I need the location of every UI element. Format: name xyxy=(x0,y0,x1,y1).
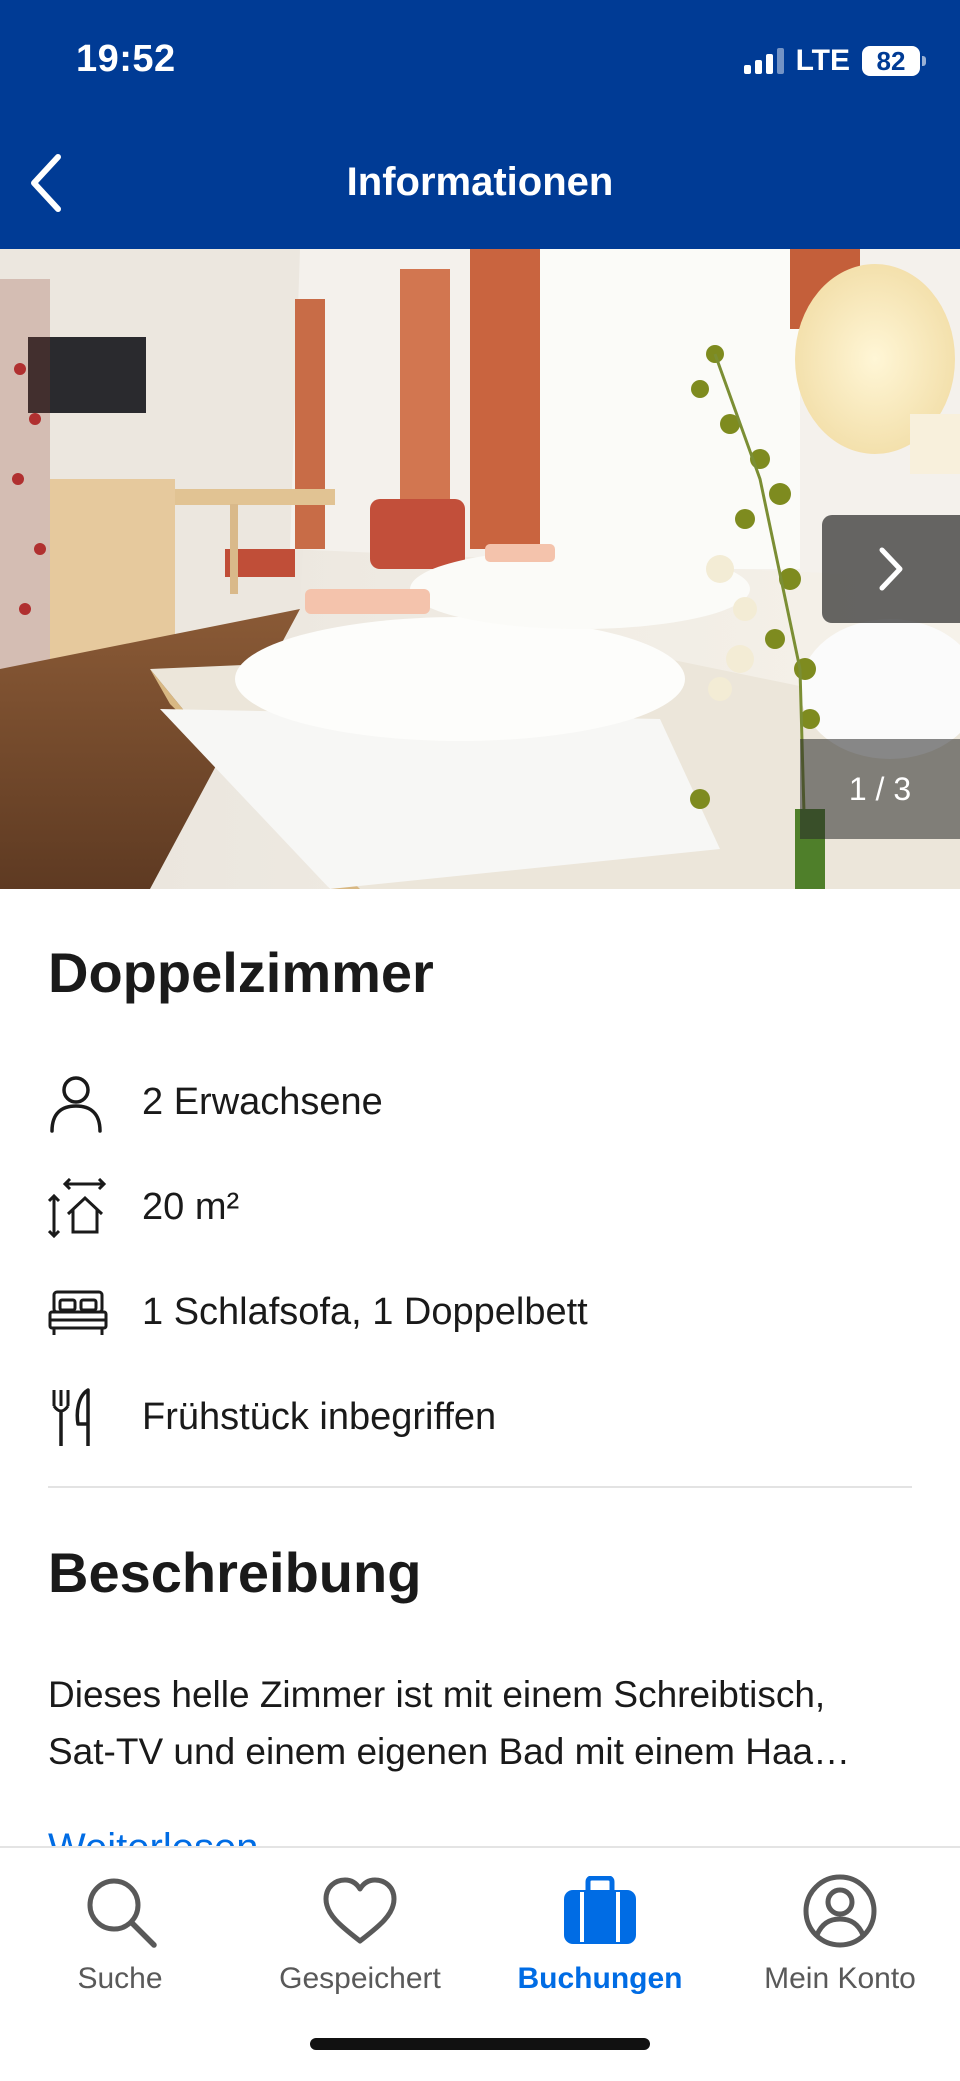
tab-account[interactable]: Mein Konto xyxy=(720,1870,960,2010)
room-photo-gallery[interactable]: 1 / 3 xyxy=(0,249,960,889)
fact-text: Frühstück inbegriffen xyxy=(142,1396,497,1438)
next-photo-button[interactable] xyxy=(822,515,960,623)
section-divider xyxy=(48,1486,912,1488)
fact-text: 2 Erwachsene xyxy=(142,1081,383,1123)
tab-saved[interactable]: Gespeichert xyxy=(240,1870,480,2010)
signal-icon xyxy=(743,48,784,74)
chevron-right-icon xyxy=(879,547,903,591)
fact-beds: 1 Schlafsofa, 1 Doppelbett xyxy=(48,1260,912,1365)
home-indicator xyxy=(310,2038,650,2050)
account-icon xyxy=(803,1874,877,1948)
person-icon xyxy=(50,1075,102,1133)
app-header: 19:52 LTE 82 Informationen xyxy=(0,0,960,249)
room-facts-list: 2 Erwachsene 20 m² 1 Schlafsofa, 1 Doppe… xyxy=(48,1050,912,1470)
room-size-icon xyxy=(48,1177,107,1238)
fact-text: 1 Schlafsofa, 1 Doppelbett xyxy=(142,1291,588,1333)
read-more-link[interactable]: Weiterlesen xyxy=(48,1818,258,1848)
description-line: Sat-TV und einem eigenen Bad mit einem H… xyxy=(48,1731,851,1772)
description-text: Dieses helle Zimmer ist mit einem Schrei… xyxy=(48,1666,918,1780)
battery-level: 82 xyxy=(876,45,906,76)
tab-label: Mein Konto xyxy=(764,1962,916,1995)
photo-counter: 1 / 3 xyxy=(800,739,960,839)
room-title: Doppelzimmer xyxy=(48,941,434,1004)
network-label: LTE xyxy=(795,44,850,77)
status-indicators: LTE 82 xyxy=(743,44,926,78)
tab-label: Buchungen xyxy=(517,1962,683,1995)
page-title: Informationen xyxy=(346,160,614,204)
fact-text: 20 m² xyxy=(142,1186,240,1228)
suitcase-icon xyxy=(564,1876,636,1944)
fact-size: 20 m² xyxy=(48,1155,912,1260)
tab-search[interactable]: Suche xyxy=(0,1870,240,2010)
bed-icon xyxy=(48,1290,108,1335)
fact-breakfast: Frühstück inbegriffen xyxy=(48,1365,912,1470)
fact-guests: 2 Erwachsene xyxy=(48,1050,912,1155)
description-line: Dieses helle Zimmer ist mit einem Schrei… xyxy=(48,1674,826,1715)
status-time: 19:52 xyxy=(76,38,176,80)
tab-label: Gespeichert xyxy=(279,1962,441,1995)
description-heading: Beschreibung xyxy=(48,1541,422,1604)
search-icon xyxy=(87,1878,157,1948)
tab-bookings[interactable]: Buchungen xyxy=(480,1870,720,2010)
battery-icon: 82 xyxy=(862,45,926,76)
heart-icon xyxy=(323,1877,397,1944)
tab-label: Suche xyxy=(77,1962,163,1995)
cutlery-icon xyxy=(52,1387,90,1446)
